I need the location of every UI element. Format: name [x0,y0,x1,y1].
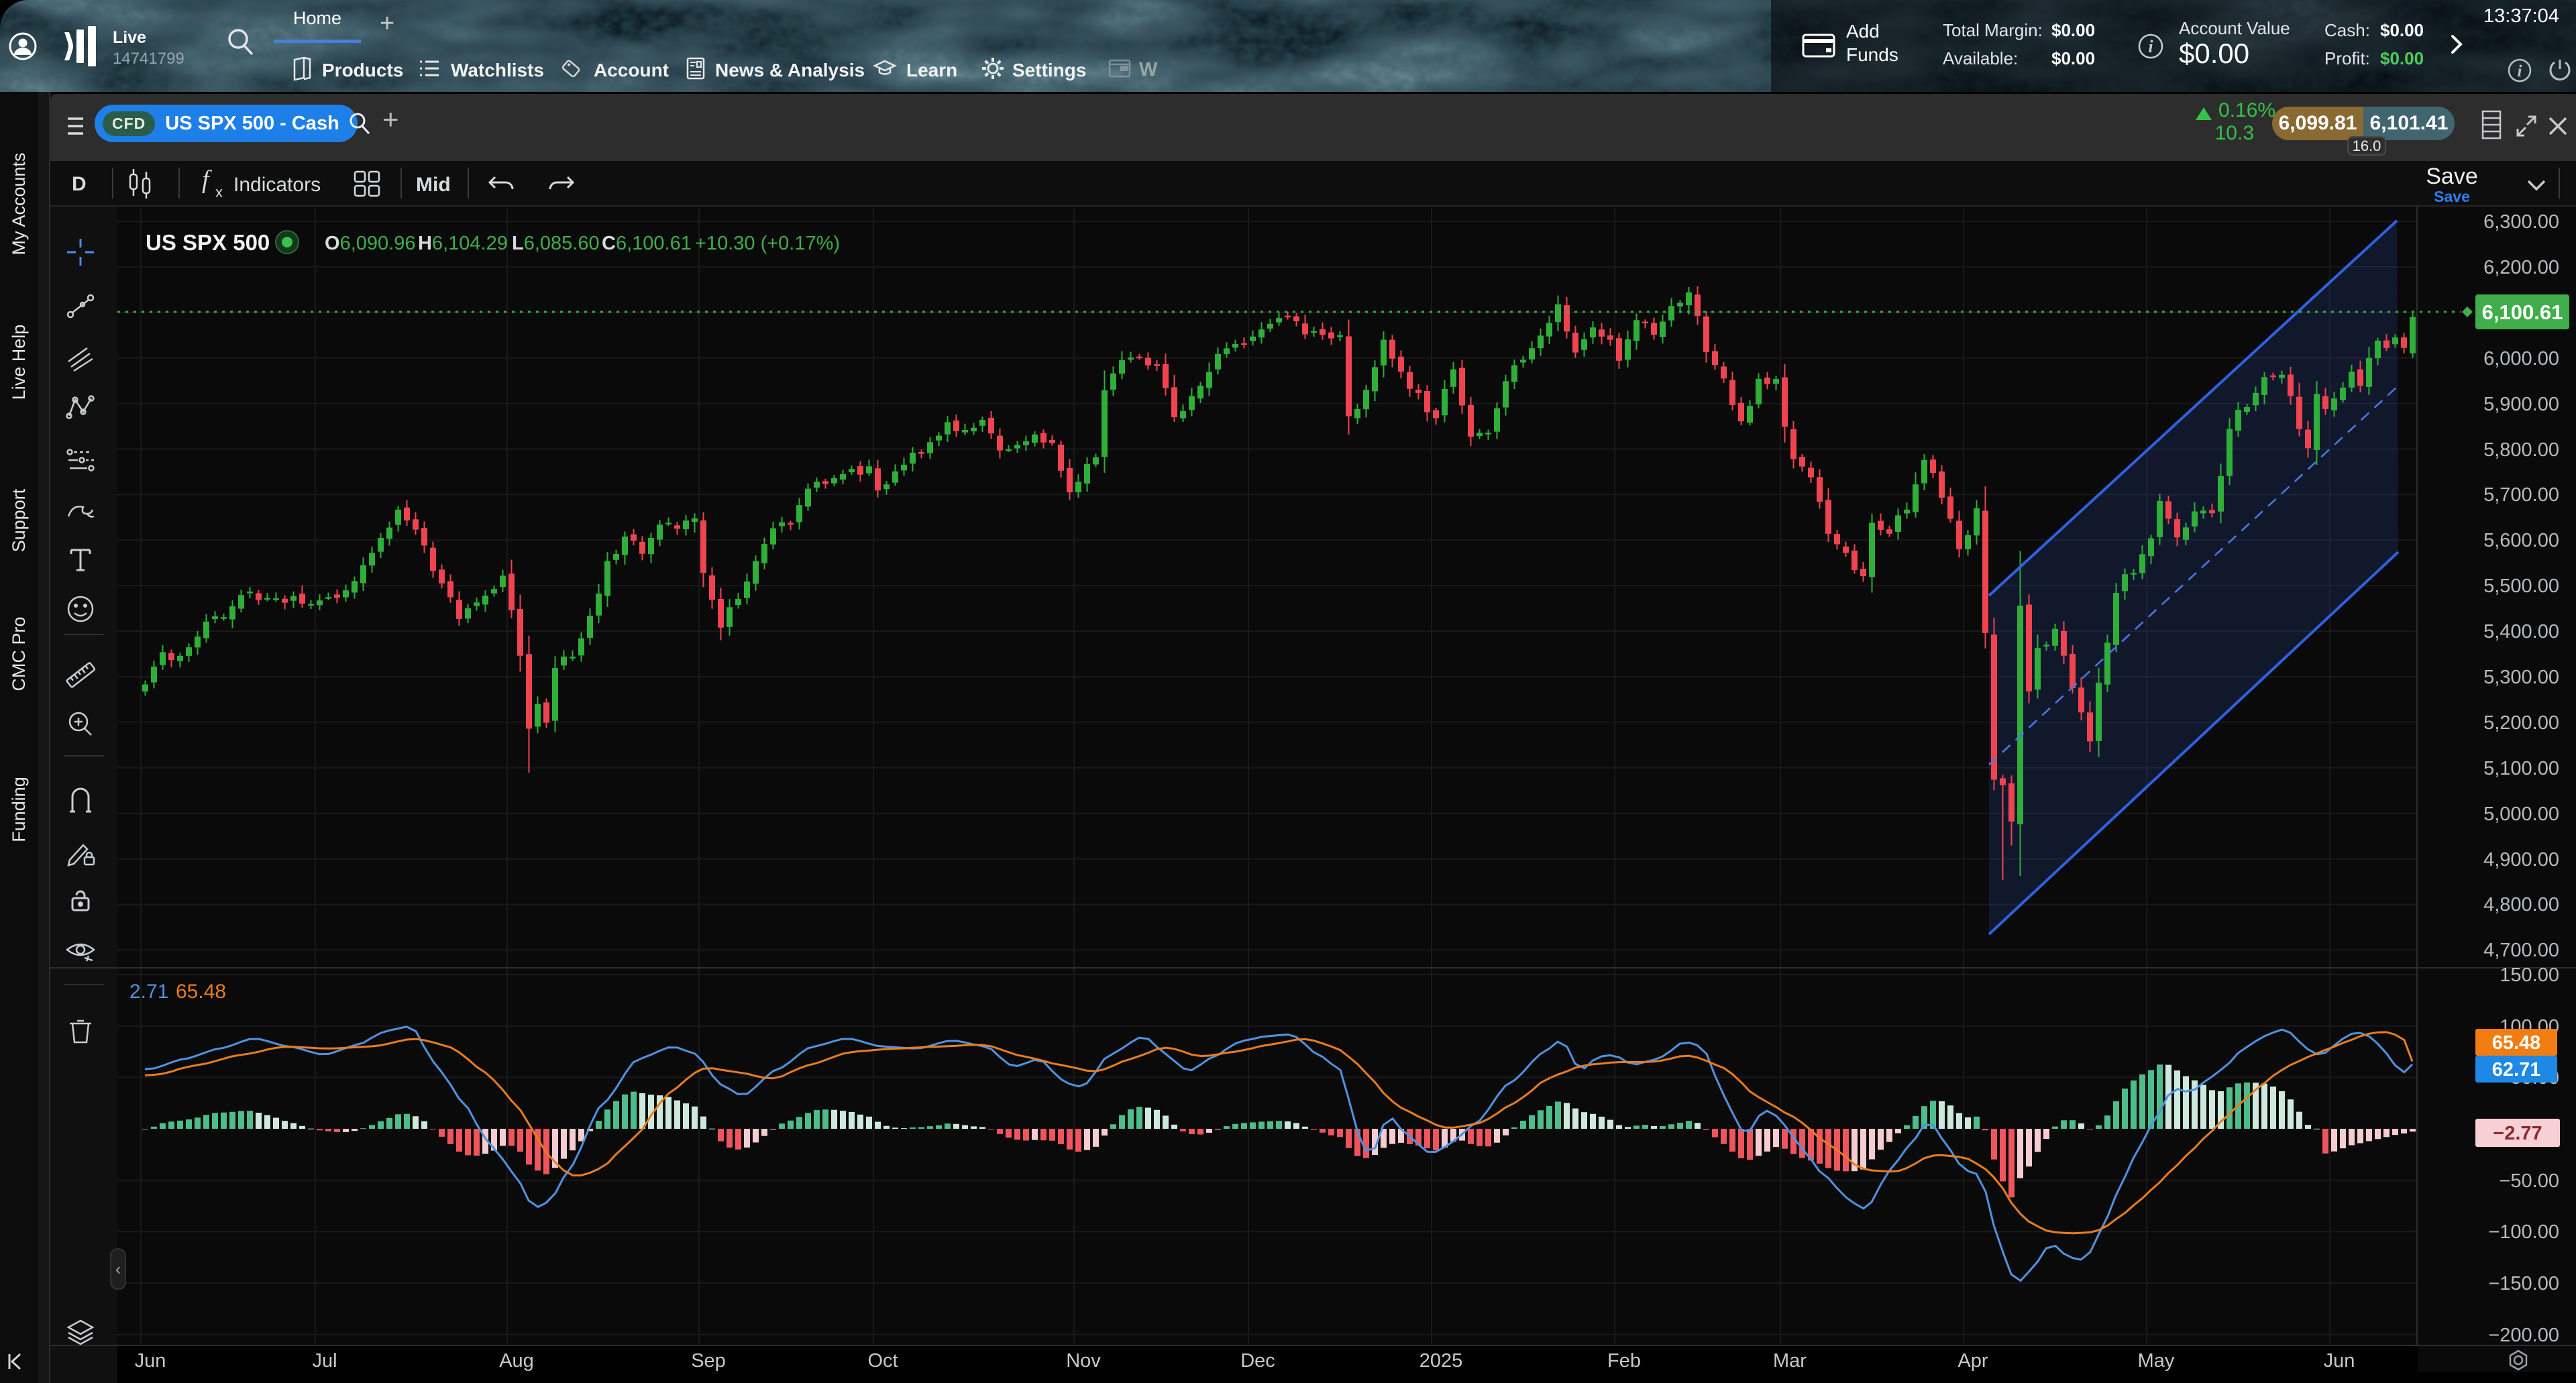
svg-text:150.00: 150.00 [2500,964,2559,986]
svg-text:Jun: Jun [135,1350,166,1372]
svg-text:65.48: 65.48 [2492,1032,2541,1054]
svg-text:f: f [202,166,212,194]
svg-text:4,800.00: 4,800.00 [2483,894,2559,916]
svg-text:6,200.00: 6,200.00 [2483,257,2559,278]
svg-text:Mar: Mar [1773,1350,1807,1372]
svg-text:2025: 2025 [1419,1350,1463,1372]
svg-text:i: i [2148,37,2153,56]
svg-text:4,700.00: 4,700.00 [2483,940,2559,961]
svg-text:Nov: Nov [1066,1350,1101,1372]
svg-text:−50.00: −50.00 [2499,1170,2559,1192]
svg-text:2.71: 2.71 [129,981,168,1003]
svg-text:Sep: Sep [691,1350,726,1372]
svg-text:Oct: Oct [867,1350,898,1372]
svg-text:5,700.00: 5,700.00 [2483,484,2559,506]
svg-text:5,900.00: 5,900.00 [2483,394,2559,415]
svg-text:Apr: Apr [1957,1350,1988,1372]
svg-text:−150.00: −150.00 [2488,1273,2559,1294]
svg-text:C6,100.61: C6,100.61 [602,233,692,254]
svg-text:5,100.00: 5,100.00 [2483,758,2559,779]
svg-text:62.71: 62.71 [2492,1059,2541,1081]
svg-text:Dec: Dec [1240,1350,1275,1372]
svg-text:5,400.00: 5,400.00 [2483,621,2559,643]
svg-text:x: x [215,184,223,201]
svg-text:Jun: Jun [2324,1350,2355,1372]
svg-text:5,800.00: 5,800.00 [2483,439,2559,461]
svg-text:O6,090.96: O6,090.96 [325,233,415,254]
svg-text:6,100.61: 6,100.61 [2482,300,2563,324]
svg-text:−100.00: −100.00 [2488,1221,2559,1243]
svg-text:H6,104.29: H6,104.29 [418,233,508,254]
svg-text:May: May [2138,1350,2175,1372]
svg-text:‹: ‹ [115,1260,121,1278]
svg-text:6,300.00: 6,300.00 [2483,211,2559,233]
svg-text:Feb: Feb [1607,1350,1641,1372]
svg-text:6,000.00: 6,000.00 [2483,348,2559,370]
svg-text:5,300.00: 5,300.00 [2483,667,2559,688]
svg-text:5,000.00: 5,000.00 [2483,804,2559,825]
svg-text:US SPX 500: US SPX 500 [146,230,270,255]
svg-text:5,200.00: 5,200.00 [2483,712,2559,734]
svg-text:−2.77: −2.77 [2493,1123,2542,1144]
svg-text:5,500.00: 5,500.00 [2483,575,2559,597]
svg-text:5,600.00: 5,600.00 [2483,530,2559,551]
svg-text:+10.30 (+0.17%): +10.30 (+0.17%) [695,233,840,254]
svg-text:L6,085.60: L6,085.60 [512,233,600,254]
svg-text:Aug: Aug [499,1350,534,1372]
svg-text:65.48: 65.48 [176,981,226,1003]
svg-text:Jul: Jul [312,1350,337,1372]
svg-text:−200.00: −200.00 [2488,1325,2559,1346]
svg-text:i: i [2518,62,2522,80]
svg-text:4,900.00: 4,900.00 [2483,849,2559,871]
